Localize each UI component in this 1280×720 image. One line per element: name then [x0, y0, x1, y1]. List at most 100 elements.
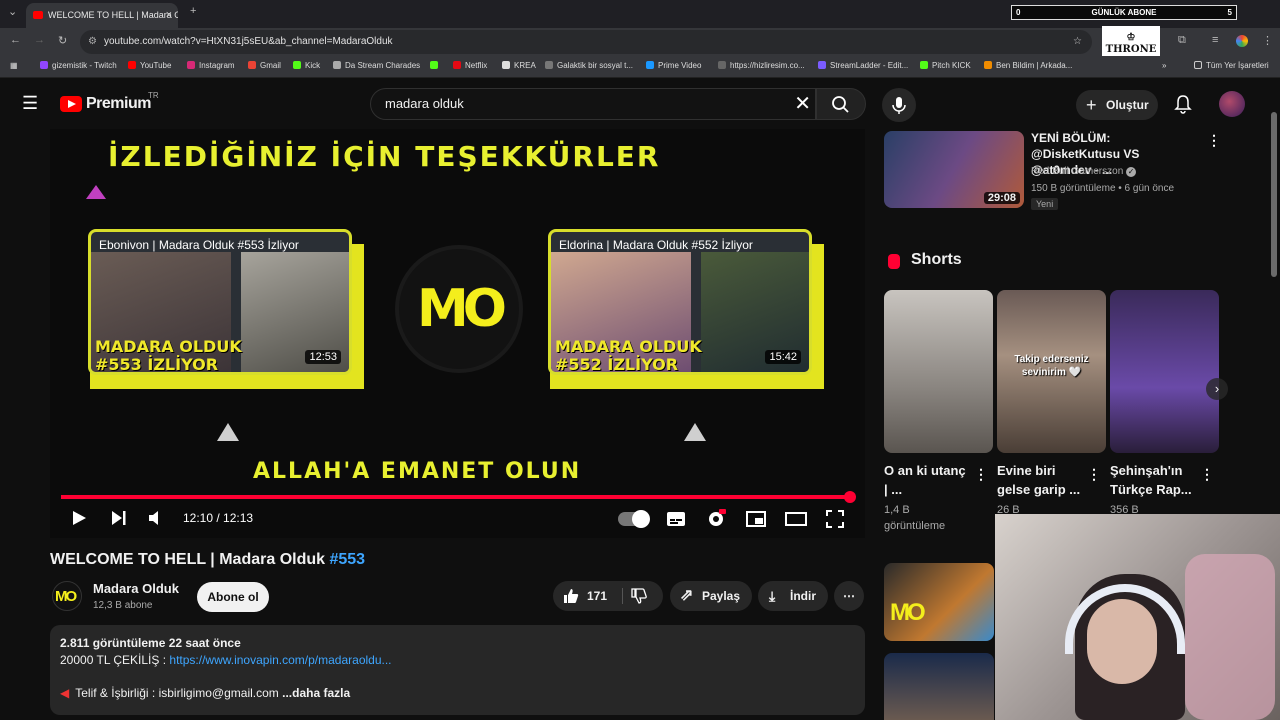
short-title[interactable]: Evine biri gelse garip ... — [997, 461, 1085, 499]
channel-avatar[interactable]: MO — [52, 581, 82, 611]
bookmark-4[interactable]: Kick — [293, 61, 320, 70]
video-player[interactable]: İZLEDİĞİNİZ İÇİN TEŞEKKÜRLER Ebonivon | … — [50, 129, 865, 538]
bookmark-8[interactable]: Galaktik bir sosyal t... — [545, 61, 633, 70]
theater-mode-icon[interactable] — [785, 511, 807, 527]
bookmark-6[interactable]: Netflix — [453, 61, 487, 70]
short-card[interactable] — [1110, 290, 1219, 453]
voice-search-button[interactable] — [882, 88, 916, 122]
media-icon[interactable]: ≡ — [1212, 34, 1218, 46]
bookmark-star-icon[interactable]: ☆ — [1073, 30, 1082, 54]
browser-tab[interactable]: WELCOME TO HELL | Madara O × — [26, 3, 178, 28]
address-bar[interactable]: ⚙ youtube.com/watch?v=HtXN31j5sEU&ab_cha… — [80, 30, 1092, 54]
description-link[interactable]: https://www.inovapin.com/p/madaraoldu... — [169, 653, 391, 667]
subtitles-icon[interactable] — [666, 511, 686, 527]
views-and-date: 2.811 görüntüleme 22 saat önce — [60, 636, 241, 650]
arrow-up-icon — [684, 423, 706, 441]
tab-search-icon[interactable]: ⌄ — [8, 5, 17, 18]
bookmark-3[interactable]: Gmail — [248, 61, 281, 70]
short-overlay-text: Takip ederseniz sevinirim 🤍 — [1014, 354, 1089, 378]
apps-grid-icon[interactable]: ▦ — [10, 61, 18, 70]
card-title: Eldorina | Madara Olduk #552 İzliyor — [559, 238, 753, 252]
recommended-channel[interactable]: Red Bull Gamerszon ✓ — [1031, 166, 1137, 177]
menu-icon[interactable]: ☰ — [22, 93, 38, 114]
notifications-bell-icon[interactable] — [1174, 94, 1192, 114]
create-button[interactable]: + Oluştur — [1076, 90, 1158, 120]
bookmark-10[interactable]: https://hizliresim.co... — [718, 61, 805, 70]
more-vertical-icon[interactable]: ⋮ — [1200, 466, 1214, 483]
progress-scrubber[interactable] — [844, 491, 856, 503]
share-button[interactable]: ⇗ Paylaş — [670, 581, 752, 611]
site-info-icon[interactable]: ⚙ — [88, 30, 97, 54]
logo-text: MO — [417, 279, 507, 339]
shorts-logo-icon — [888, 254, 900, 269]
more-vertical-icon[interactable]: ⋮ — [1207, 132, 1221, 149]
bookmark-0[interactable]: gizemistik - Twitch — [40, 61, 117, 70]
page-scrollbar[interactable] — [1271, 112, 1277, 277]
bookmark-11[interactable]: StreamLadder - Edit... — [818, 61, 908, 70]
thumbs-down-icon[interactable] — [631, 588, 647, 604]
browser-menu-icon[interactable]: ⋮ — [1262, 34, 1273, 47]
short-card[interactable] — [884, 290, 993, 453]
recommended-video-thumbnail[interactable] — [884, 653, 994, 720]
subscribe-button[interactable]: Abone ol — [197, 582, 269, 612]
bookmark-1[interactable]: YouTube — [128, 61, 171, 70]
clear-search-icon[interactable]: ✕ — [794, 89, 811, 119]
bookmark-5[interactable]: Da Stream Charades — [333, 61, 420, 70]
next-icon[interactable] — [110, 510, 128, 526]
goal-right: 5 — [1227, 8, 1232, 17]
progress-bar[interactable] — [61, 495, 850, 499]
short-title[interactable]: O an ki utanç | ... — [884, 461, 972, 499]
all-bookmarks[interactable]: Tüm Yer İşaretleri — [1194, 61, 1269, 70]
autoplay-toggle[interactable] — [618, 510, 650, 528]
extensions-icon[interactable]: ⧉ — [1178, 34, 1186, 47]
like-button[interactable]: 171 — [563, 581, 621, 611]
recommended-video-thumbnail[interactable]: MO — [884, 563, 994, 641]
short-title[interactable]: Şehinşah'ın Türkçe Rap... — [1110, 461, 1198, 499]
arrow-up-icon — [217, 423, 239, 441]
search-input[interactable]: madara olduk ✕ — [370, 88, 816, 120]
bookmark-7[interactable]: KREA — [502, 61, 536, 70]
bookmark-13[interactable]: Ben Bildim | Arkada... — [984, 61, 1072, 70]
bookmark-12[interactable]: Pitch KICK — [920, 61, 971, 70]
channel-name[interactable]: Madara Olduk — [93, 581, 179, 596]
channel-logo-endscreen[interactable]: MO — [399, 249, 519, 369]
thumbs-up-icon — [564, 589, 579, 603]
more-bookmarks-icon[interactable]: » — [1162, 61, 1166, 70]
settings-gear-icon[interactable] — [706, 509, 726, 529]
share-icon: ⇗ — [680, 587, 694, 604]
goal-label: GÜNLÜK ABONE — [1091, 8, 1157, 17]
megaphone-icon: ◀ — [60, 686, 70, 700]
kick-icon[interactable] — [430, 61, 442, 70]
play-icon[interactable] — [70, 509, 88, 527]
bookmark-9[interactable]: Prime Video — [646, 61, 701, 70]
chevron-right-icon[interactable]: › — [1206, 378, 1228, 400]
new-tab-icon[interactable]: + — [190, 5, 196, 17]
more-vertical-icon[interactable]: ⋮ — [974, 466, 988, 483]
bookmark-2[interactable]: Instagram — [187, 61, 235, 70]
description-box[interactable]: 2.811 görüntüleme 22 saat önce 20000 TL … — [50, 625, 865, 715]
short-card[interactable]: Takip ederseniz sevinirim 🤍 — [997, 290, 1106, 453]
miniplayer-icon[interactable] — [746, 511, 766, 527]
endscreen-card-553[interactable]: Ebonivon | Madara Olduk #553 İzliyor MAD… — [88, 229, 352, 375]
recommended-video-thumbnail[interactable]: 29:08 — [884, 131, 1024, 208]
profile-avatar-icon[interactable] — [1236, 35, 1248, 47]
more-actions-button[interactable]: ⋯ — [834, 581, 864, 611]
tab-close-icon[interactable]: × — [166, 3, 172, 28]
download-button[interactable]: ⤓ İndir — [758, 581, 828, 611]
premium-label[interactable]: Premium — [86, 95, 151, 113]
more-vertical-icon[interactable]: ⋮ — [1087, 466, 1101, 483]
youtube-logo-icon[interactable] — [60, 96, 82, 112]
fullscreen-icon[interactable] — [826, 510, 844, 528]
endscreen-card-552[interactable]: Eldorina | Madara Olduk #552 İzliyor MAD… — [548, 229, 812, 375]
back-icon[interactable]: ← — [10, 34, 21, 46]
browser-toolbar: ← → ↻ ⚙ youtube.com/watch?v=HtXN31j5sEU&… — [0, 28, 1280, 56]
hashtag-link[interactable]: #553 — [329, 551, 365, 568]
card-title: Ebonivon | Madara Olduk #553 İzliyor — [99, 238, 299, 252]
forward-icon[interactable]: → — [34, 34, 45, 46]
volume-icon[interactable] — [148, 510, 164, 526]
reload-icon[interactable]: ↻ — [58, 34, 67, 47]
search-button[interactable] — [816, 88, 866, 120]
throne-label: THRONE — [1105, 44, 1157, 55]
show-more-link[interactable]: ...daha fazla — [282, 686, 350, 700]
avatar[interactable] — [1219, 91, 1245, 117]
